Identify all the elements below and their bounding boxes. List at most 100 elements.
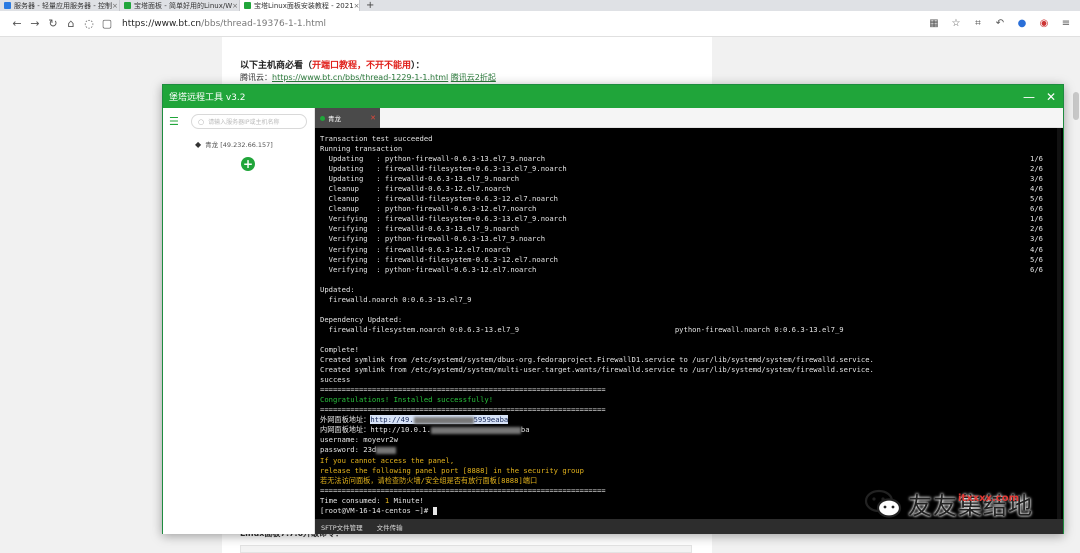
progress-count: 1/6 <box>1030 214 1043 224</box>
url-field[interactable]: https://www.bt.cn/bbs/thread-19376-1-1.h… <box>122 19 326 29</box>
terminal-output[interactable]: Transaction test succeeded Running transa… <box>315 128 1063 519</box>
progress-count: 4/6 <box>1030 184 1043 194</box>
watermark-url: itxxxx.com <box>958 493 1020 504</box>
terminal-line: Transaction test succeeded <box>320 134 433 143</box>
window-title-bar[interactable]: 堡塔远程工具 v3.2 — ✕ <box>163 85 1063 108</box>
terminal-line: If you cannot access the panel, <box>320 455 455 465</box>
cursor <box>432 506 437 515</box>
terminal-footer: SFTP文件管理 文件传输 <box>315 519 1063 534</box>
browser-tab-3[interactable]: 宝塔Linux面板安装教程 - 2021 × <box>240 0 360 11</box>
host-sidebar: ☰ ○ 请输入服务器IP或主机名称 ◆ 青龙 [49.232.66.157] + <box>163 108 315 534</box>
terminal-line: Dependency Updated: <box>320 314 403 324</box>
shield-icon[interactable]: ◌ <box>80 17 98 30</box>
terminal-line: success <box>320 375 351 385</box>
forward-icon[interactable]: → <box>26 17 44 30</box>
terminal-tab[interactable]: 青龙 ✕ <box>315 108 380 128</box>
terminal-tab-bar: 青龙 ✕ <box>315 108 1063 128</box>
close-button[interactable]: ✕ <box>1045 90 1057 104</box>
code-block <box>240 545 692 553</box>
star-icon[interactable]: ☆ <box>950 18 962 29</box>
search-icon: ○ <box>198 117 205 126</box>
file-transfer-button[interactable]: 文件传输 <box>377 522 403 532</box>
menu-icon[interactable]: ≡ <box>1060 18 1072 29</box>
favicon-icon <box>4 2 11 9</box>
progress-count: 4/6 <box>1030 244 1043 254</box>
terminal-line: Updating : python-firewall-0.6.3-13.el7_… <box>320 154 1043 164</box>
progress-count: 3/6 <box>1030 174 1043 184</box>
terminal-line: username: moyevr2w <box>320 435 398 445</box>
linux-icon: ◆ <box>195 139 202 149</box>
progress-count: 2/6 <box>1030 164 1043 174</box>
terminal-line: Verifying : firewalld-filesystem-0.6.3-1… <box>320 214 1043 224</box>
list-icon[interactable]: ☰ <box>169 115 179 128</box>
progress-count: 5/6 <box>1030 194 1043 204</box>
progress-count: 6/6 <box>1030 264 1043 274</box>
terminal-line: firewalld.noarch 0:0.6.3-13.el7_9 <box>320 294 472 304</box>
search-input[interactable]: ○ 请输入服务器IP或主机名称 <box>191 114 307 129</box>
close-tab-icon[interactable]: ✕ <box>370 114 376 122</box>
terminal-scrollbar[interactable] <box>1057 128 1061 519</box>
home-icon[interactable]: ⌂ <box>62 17 80 30</box>
minimize-button[interactable]: — <box>1023 90 1035 104</box>
terminal-line: firewalld-filesystem.noarch 0:0.6.3-13.e… <box>320 324 844 334</box>
close-icon[interactable]: × <box>354 2 359 10</box>
favicon-icon <box>244 2 251 9</box>
terminal-line: Created symlink from /etc/systemd/system… <box>320 355 874 365</box>
reload-icon[interactable]: ↻ <box>44 17 62 30</box>
terminal-line: 内网面板地址：http://10.0.1. ba <box>320 425 530 435</box>
article-title: 以下主机商必看（开端口教程，不开不能用）： <box>240 61 425 71</box>
terminal-line: release the following panel port [8888] … <box>320 465 584 475</box>
extension-icon[interactable]: ● <box>1016 18 1028 29</box>
toolbar-icons: ▦ ☆ ⌗ ↶ ● ◉ ≡ <box>928 18 1072 29</box>
terminal-line: Verifying : firewalld-filesystem-0.6.3-1… <box>320 254 1043 264</box>
favicon-icon <box>124 2 131 9</box>
terminal-line: Verifying : firewalld-0.6.3-12.el7.noarc… <box>320 244 1043 254</box>
remote-tool-window: 堡塔远程工具 v3.2 — ✕ ☰ ○ 请输入服务器IP或主机名称 ◆ 青龙 [49… <box>162 84 1064 534</box>
terminal-line: password: 23d <box>320 445 1063 455</box>
terminal-line: Verifying : python-firewall-0.6.3-13.el7… <box>320 234 1043 244</box>
progress-count: 2/6 <box>1030 224 1043 234</box>
article-link-2[interactable]: 腾讯云2折起 <box>451 73 496 82</box>
article-line: 腾讯云：https://www.bt.cn/bbs/thread-1229-1-… <box>240 73 496 82</box>
outer-panel-url[interactable]: http://49. 5959eaba <box>370 415 509 425</box>
profile-icon[interactable]: ◉ <box>1038 18 1050 29</box>
terminal-line: Cleanup : firewalld-0.6.3-12.el7.noarch 4… <box>320 184 1043 194</box>
browser-tab-bar: 服务器 - 轻量应用服务器 - 控制 × 宝塔面板 - 简单好用的Linux/W ×… <box>0 0 1080 11</box>
terminal-line: Updating : firewalld-0.6.3-13.el7_9.noar… <box>320 174 1043 184</box>
progress-count: 1/6 <box>1030 154 1043 164</box>
page-scroll-thumb[interactable] <box>1073 92 1079 120</box>
back-icon[interactable]: ← <box>8 17 26 30</box>
qr-code-icon[interactable]: ▦ <box>928 18 940 29</box>
terminal-line: Congratulations! Installed successfully! <box>320 395 494 405</box>
close-icon[interactable]: × <box>232 2 238 10</box>
browser-tab-1[interactable]: 服务器 - 轻量应用服务器 - 控制 × <box>0 0 120 11</box>
browser-tab-2[interactable]: 宝塔面板 - 简单好用的Linux/W × <box>120 0 240 11</box>
terminal-line: Updating : firewalld-filesystem-0.6.3-13… <box>320 164 1043 174</box>
progress-count: 3/6 <box>1030 234 1043 244</box>
add-host-button[interactable]: + <box>241 157 255 171</box>
terminal-line: Cleanup : python-firewall-0.6.3-12.el7.n… <box>320 204 1043 214</box>
host-item[interactable]: ◆ 青龙 [49.232.66.157] <box>195 139 273 150</box>
close-icon[interactable]: × <box>112 2 118 10</box>
terminal-line: ========================================… <box>320 385 606 395</box>
terminal-line: Verifying : python-firewall-0.6.3-12.el7… <box>320 264 1043 274</box>
terminal-line: Running transaction <box>320 144 403 154</box>
progress-count: 6/6 <box>1030 204 1043 214</box>
terminal-line: Created symlink from /etc/systemd/system… <box>320 365 874 375</box>
lock-icon[interactable]: ▢ <box>98 17 116 30</box>
terminal-line: Updated: <box>320 284 355 294</box>
terminal-line: ========================================… <box>320 405 606 415</box>
article-link[interactable]: https://www.bt.cn/bbs/thread-1229-1-1.ht… <box>272 73 448 82</box>
window-title: 堡塔远程工具 v3.2 <box>169 93 246 103</box>
terminal-line: Verifying : firewalld-0.6.3-13.el7_9.noa… <box>320 224 1043 234</box>
new-tab-button[interactable]: + <box>360 0 380 11</box>
undo-icon[interactable]: ↶ <box>994 18 1006 29</box>
sftp-button[interactable]: SFTP文件管理 <box>321 522 363 532</box>
crop-icon[interactable]: ⌗ <box>972 18 984 29</box>
terminal-line: 外网面板地址：http://49. 5959eaba <box>320 415 509 425</box>
terminal-line: 若无法访问面板，请检查防火墙/安全组是否有放行面板[8888]端口 <box>320 475 538 485</box>
status-dot-icon <box>320 115 325 121</box>
